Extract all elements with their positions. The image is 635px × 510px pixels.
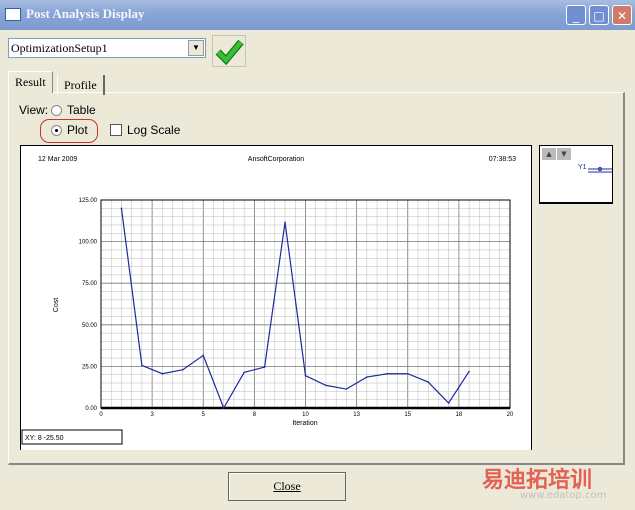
table-radio[interactable] [51, 105, 62, 116]
x-tick-label: 20 [507, 412, 514, 418]
data-point [386, 372, 389, 375]
y-tick-label: 125.00 [79, 198, 98, 204]
apply-button[interactable] [212, 35, 246, 67]
data-point [182, 368, 184, 371]
plot-area[interactable]: 12 Mar 2009 AnsoftCorporation 07:38:53 0… [20, 145, 532, 450]
x-tick-label: 3 [150, 412, 154, 418]
tab-profile[interactable]: Profile [57, 75, 105, 95]
log-scale-checkbox[interactable] [110, 124, 122, 136]
x-tick-label: 0 [99, 412, 103, 418]
log-scale-label[interactable]: Log Scale [127, 123, 180, 137]
chevron-down-icon[interactable]: ▼ [188, 40, 204, 56]
plot-company: AnsoftCorporation [248, 156, 305, 163]
x-tick-label: 5 [202, 412, 206, 418]
table-radio-label[interactable]: Table [67, 103, 96, 117]
x-tick-label: 10 [302, 412, 309, 418]
data-point [304, 374, 307, 377]
data-point [345, 388, 348, 390]
legend-scroll-down-button[interactable]: ▼ [557, 148, 571, 160]
close-window-button[interactable]: ✕ [612, 5, 632, 25]
xy-readout: XY: 8 -25.50 [25, 435, 64, 442]
close-button[interactable]: Close [228, 472, 346, 501]
close-button-label: Close [273, 479, 301, 493]
data-point [120, 207, 123, 210]
y-tick-label: 50.00 [82, 323, 98, 329]
y-tick-label: 100.00 [79, 240, 98, 246]
y-axis-label: Cost [53, 298, 60, 312]
data-point [325, 384, 327, 387]
data-point [202, 354, 205, 357]
highlight-ring [40, 119, 98, 143]
x-tick-label: 13 [353, 412, 360, 418]
minimize-button[interactable]: _ [566, 5, 586, 25]
checkmark-icon [215, 39, 244, 66]
line-chart: 12 Mar 2009 AnsoftCorporation 07:38:53 0… [21, 156, 516, 445]
x-axis-label: Iteration [292, 420, 317, 427]
x-tick-label: 8 [253, 412, 257, 418]
data-point [222, 407, 225, 409]
x-tick-label: 15 [404, 412, 411, 418]
legend-panel: ▲ ▼ Y1 [539, 145, 613, 204]
data-point [141, 364, 143, 367]
y-tick-label: 25.00 [82, 364, 98, 370]
setup-dropdown[interactable]: OptimizationSetup1 ▼ [8, 38, 206, 58]
data-point [284, 221, 286, 224]
legend-series-line-icon [588, 167, 612, 173]
legend-scroll-up-button[interactable]: ▲ [542, 148, 556, 160]
view-label: View: [19, 103, 49, 117]
watermark-url: www.edatop.com [520, 490, 607, 501]
data-point [468, 370, 470, 373]
tab-result[interactable]: Result [8, 71, 53, 93]
plot-time: 07:38:53 [489, 156, 516, 163]
window-icon [5, 8, 21, 21]
y-tick-label: 75.00 [82, 281, 98, 287]
data-point [427, 381, 430, 383]
data-point [447, 402, 450, 404]
legend-series-label: Y1 [578, 164, 587, 171]
y-tick-label: 0.00 [85, 406, 97, 412]
window-title: Post Analysis Display [26, 6, 145, 21]
plot-date: 12 Mar 2009 [38, 156, 77, 163]
data-point [406, 372, 409, 375]
title-bar: Post Analysis Display _ □ ✕ [0, 0, 635, 30]
data-point [243, 371, 245, 374]
x-tick-label: 18 [456, 412, 463, 418]
data-point [366, 376, 368, 378]
maximize-button[interactable]: □ [589, 5, 609, 25]
setup-dropdown-value: OptimizationSetup1 [11, 41, 108, 55]
data-point [263, 366, 266, 368]
data-point [161, 372, 164, 375]
